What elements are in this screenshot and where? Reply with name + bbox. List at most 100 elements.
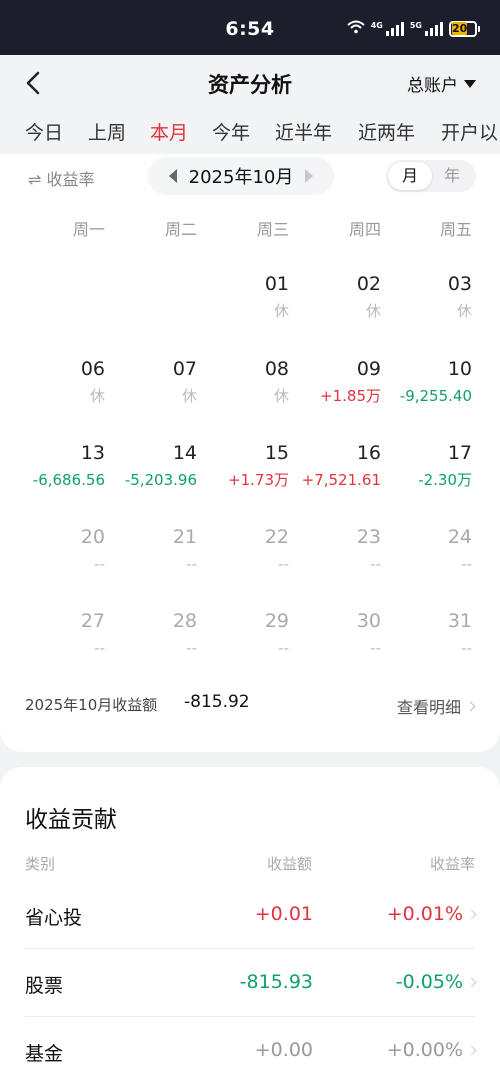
tab-this-year[interactable]: 今年 [212,118,250,145]
account-selector[interactable]: 总账户 [407,71,476,96]
tab-today[interactable]: 今日 [25,118,63,145]
calendar-day-cell[interactable]: 14 -5,203.96 [107,441,197,511]
toggle-year[interactable]: 年 [430,162,474,190]
row-name: 股票 [25,975,64,997]
calendar-day-number: 06 [80,358,105,380]
row-rate-value: -0.05% [395,971,463,993]
status-icons: 4G 5G 20 [347,20,480,37]
calendar-day-cell[interactable]: 15 +1.73万 [199,441,289,511]
chevron-right-icon [466,1045,477,1055]
tab-half-year[interactable]: 近半年 [275,118,332,145]
calendar-day-value: -- [370,639,381,657]
calendar-card: ⇌ 收益率 2025年10月 月 年 周一 周二 周三 周四 周五 01 休 02 休… [0,154,500,752]
calendar-day-cell[interactable]: 13 -6,686.56 [15,441,105,511]
contribution-row[interactable]: 省心投 +0.01 +0.01% [25,881,477,949]
calendar-day-cell[interactable]: 02 休 [291,272,381,342]
contribution-title: 收益贡献 [25,807,117,833]
row-rate: +0.01% [387,903,477,925]
battery-level: 20 [452,21,468,35]
calendar-day-value: -- [278,555,289,573]
month-year-toggle: 月 年 [386,160,476,192]
col-header-rate: 收益率 [429,855,475,873]
calendar-day-number: 30 [356,610,381,632]
month-picker: 2025年10月 [148,157,334,195]
calendar-day-cell[interactable]: 22 -- [199,525,289,595]
calendar-day-number: 16 [356,442,381,464]
calendar-day-value: +7,521.61 [301,471,381,489]
row-rate: +0.00% [387,1039,477,1061]
tab-this-month[interactable]: 本月 [150,118,188,145]
calendar-day-value: -- [370,555,381,573]
view-detail-link[interactable]: 查看明细 [396,694,476,718]
contribution-row[interactable]: 股票 -815.93 -0.05% [25,949,477,1017]
calendar-day-value: 休 [273,302,289,320]
calendar-day-cell[interactable]: 08 休 [199,357,289,427]
col-header-amount: 收益额 [266,855,312,873]
prev-month-icon[interactable] [168,169,177,183]
calendar-day-number: 01 [264,273,289,295]
chevron-right-icon [466,909,477,919]
calendar-day-cell[interactable]: 31 -- [382,609,472,679]
calendar-day-cell[interactable]: 23 -- [291,525,381,595]
weekday-header: 周一 周二 周三 周四 周五 [0,216,500,240]
calendar-day-cell[interactable]: 07 休 [107,357,197,427]
row-amount: +0.01 [254,903,313,925]
row-amount: +0.00 [254,1039,313,1061]
calendar-day-value: +1.73万 [228,471,289,489]
calendar-day-value: 休 [89,387,105,405]
rate-toggle-button[interactable]: ⇌ 收益率 [28,166,95,190]
calendar-day-number: 15 [264,442,289,464]
tab-since-open[interactable]: 开户以 [441,118,498,145]
signal-icon: 5G [410,21,443,36]
calendar-day-value: -- [461,555,472,573]
calendar-day-cell[interactable]: 16 +7,521.61 [291,441,381,511]
calendar-day-value: -- [94,639,105,657]
calendar-day-cell[interactable]: 21 -- [107,525,197,595]
header: 资产分析 总账户 [0,55,500,110]
calendar-day-value: -2.30万 [418,471,472,489]
calendar-day-cell[interactable]: 30 -- [291,609,381,679]
signal-icon: 4G [371,21,404,36]
calendar-day-number: 20 [80,526,105,548]
calendar-day-number: 27 [80,610,105,632]
wifi-icon [347,20,365,37]
calendar-day-number: 10 [447,358,472,380]
row-name: 基金 [25,1043,64,1065]
toggle-month[interactable]: 月 [388,162,432,190]
calendar-day-cell[interactable]: 28 -- [107,609,197,679]
chevron-right-icon [465,701,476,711]
calendar-day-number: 23 [356,526,381,548]
calendar-day-value: -- [186,555,197,573]
view-detail-label: 查看明细 [396,698,461,717]
calendar-day-cell[interactable]: 03 休 [382,272,472,342]
calendar-day-number: 08 [264,358,289,380]
col-header-category: 类别 [25,855,56,873]
calendar-day-cell[interactable]: 29 -- [199,609,289,679]
calendar-day-value: -9,255.40 [399,387,472,405]
period-tabs: 今日 上周 本月 今年 近半年 近两年 开户以 [0,110,500,154]
calendar-day-cell[interactable]: 09 +1.85万 [291,357,381,427]
weekday-label: 周五 [439,220,472,239]
calendar-day-value: 休 [365,302,381,320]
row-rate: -0.05% [395,971,477,993]
weekday-label: 周四 [348,220,381,239]
calendar-day-cell[interactable]: 10 -9,255.40 [382,357,472,427]
month-summary-value: -815.92 [184,692,250,712]
tab-last-week[interactable]: 上周 [88,118,126,145]
battery-icon: 20 [449,20,480,37]
calendar-day-value: 休 [273,387,289,405]
calendar-day-value: 休 [181,387,197,405]
calendar-day-cell[interactable]: 20 -- [15,525,105,595]
contribution-row[interactable]: 基金 +0.00 +0.00% [25,1017,477,1076]
calendar-day-cell[interactable]: 27 -- [15,609,105,679]
calendar-day-cell[interactable]: 17 -2.30万 [382,441,472,511]
calendar-day-cell[interactable]: 24 -- [382,525,472,595]
calendar-day-cell[interactable]: 06 休 [15,357,105,427]
calendar-day-number: 09 [356,358,381,380]
next-month-icon[interactable] [305,169,314,183]
calendar-day-value: 休 [456,302,472,320]
calendar-day-value: -- [278,639,289,657]
calendar-day-cell[interactable]: 01 休 [199,272,289,342]
tab-two-years[interactable]: 近两年 [358,118,415,145]
triangle-down-icon [464,79,476,88]
